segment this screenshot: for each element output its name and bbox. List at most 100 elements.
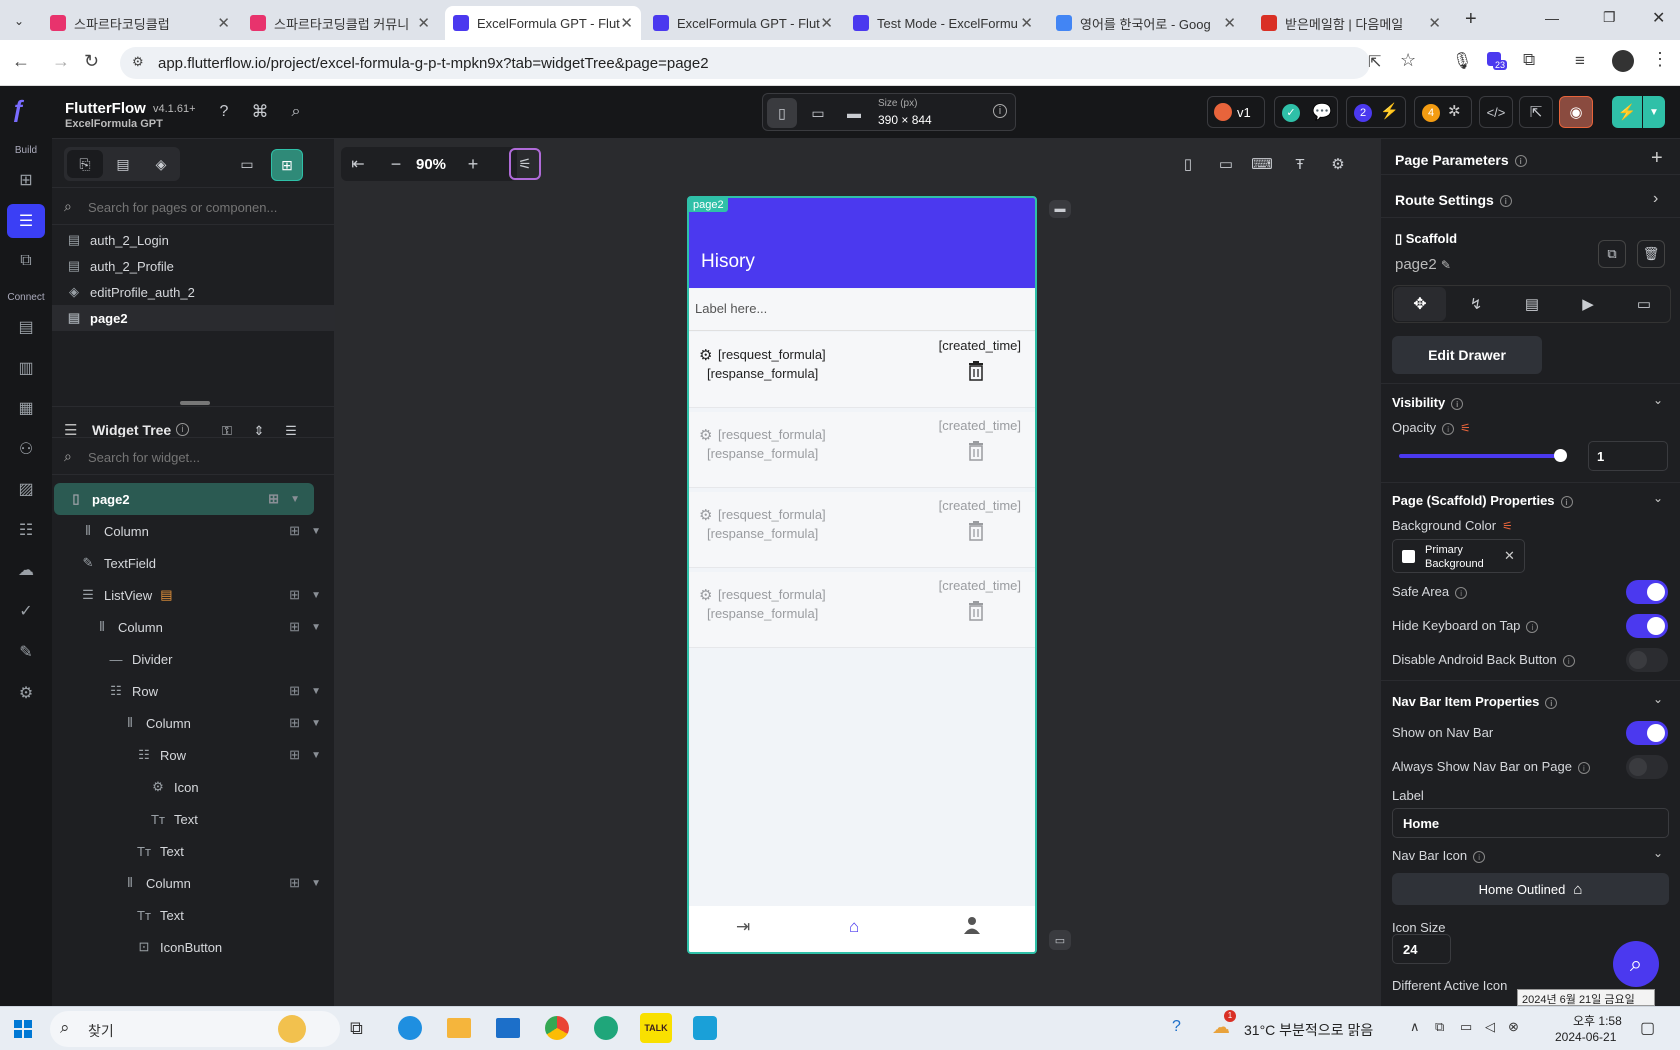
close-tab-icon[interactable]: ✕ (1223, 14, 1236, 32)
widget-search-field[interactable]: ⌕ (52, 437, 335, 475)
disable-back-toggle[interactable] (1626, 648, 1668, 672)
widget-tree-node[interactable]: — Divider (52, 643, 335, 675)
api-calls-icon[interactable]: ▦ (7, 391, 45, 425)
nav-bar-properties-heading[interactable]: Nav Bar Item Properties i (1392, 694, 1558, 709)
always-show-nav-toggle[interactable] (1626, 755, 1668, 779)
open-external-icon[interactable]: ⇱ (1368, 52, 1381, 72)
close-tab-icon[interactable]: ✕ (620, 14, 633, 32)
issues-button[interactable]: 4 ✲ (1414, 96, 1472, 128)
widget-tree-node[interactable]: Tт Text (52, 899, 335, 931)
label-input[interactable]: Home (1392, 808, 1669, 838)
tray-chevron-icon[interactable]: ∧ (1410, 1019, 1420, 1035)
open-preview-icon[interactable]: ⇱ (1519, 96, 1553, 128)
notification-icon[interactable]: ▢ (1640, 1018, 1655, 1038)
browser-tab[interactable]: 스파르타코딩클럽 커뮤니 ✕ (242, 6, 438, 40)
zoom-out-button[interactable]: − (381, 149, 411, 179)
duplicate-icon[interactable]: ⧉ (1598, 240, 1626, 268)
panel-resize-handle[interactable] (180, 401, 210, 405)
phone-frame-icon[interactable]: ▯ (1173, 149, 1203, 179)
widget-tree-node[interactable]: ☷ Row ⊞ ▼ (52, 675, 335, 707)
collab-button[interactable]: 2 ⚡ (1346, 96, 1406, 128)
scaffold-properties-heading[interactable]: Page (Scaffold) Properties i (1392, 493, 1573, 508)
node-menu-chevron-icon[interactable]: ▼ (311, 590, 321, 601)
ai-check-icon[interactable]: ✓ (7, 594, 45, 628)
forward-icon[interactable]: → (52, 51, 70, 72)
animations-tab-icon[interactable]: ▶ (1562, 287, 1614, 321)
node-menu-chevron-icon[interactable]: ▼ (311, 750, 321, 761)
minimize-icon[interactable]: — (1545, 10, 1559, 26)
url-field[interactable]: ⚙ app.flutterflow.io/project/excel-formu… (120, 47, 1370, 79)
add-page-icon[interactable]: ⊞ (7, 163, 45, 197)
add-child-icon[interactable]: ⊞ (268, 491, 279, 507)
history-list-item[interactable]: ⚙ [resquest_formula] [respanse_formula] [cr… (689, 572, 1035, 648)
route-chevron-right-icon[interactable]: › (1653, 190, 1658, 208)
nav-icon-chevron-icon[interactable]: ⌄ (1653, 846, 1663, 860)
custom-code-icon[interactable]: ⚇ (7, 432, 45, 466)
media-assets-icon[interactable]: ▨ (7, 472, 45, 506)
node-menu-chevron-icon[interactable]: ▼ (311, 686, 321, 697)
browser-tab[interactable]: 영어를 한국어로 - Goog ✕ (1048, 6, 1244, 40)
add-child-icon[interactable]: ⊞ (289, 587, 300, 603)
volume-icon[interactable]: ◁ (1485, 1019, 1495, 1035)
close-tab-icon[interactable]: ✕ (1428, 14, 1441, 32)
actions-tab-icon[interactable]: ↯ (1450, 287, 1502, 321)
widget-tree-node[interactable]: ⦀ Column ⊞ ▼ (52, 867, 335, 899)
edge-icon[interactable] (398, 1016, 422, 1040)
node-menu-chevron-icon[interactable]: ▼ (311, 718, 321, 729)
node-menu-chevron-icon[interactable]: ▼ (311, 622, 321, 633)
maximize-icon[interactable]: ❐ (1603, 9, 1616, 26)
run-lightning-button[interactable]: ⚡ (1612, 96, 1642, 128)
mail-icon[interactable] (496, 1018, 520, 1038)
windows-start-icon[interactable] (14, 1020, 32, 1038)
profile-avatar[interactable] (1612, 50, 1634, 72)
safe-area-toggle[interactable] (1626, 580, 1668, 604)
widget-tree-icon[interactable]: ☰ (7, 204, 45, 238)
close-tab-icon[interactable]: ✕ (1020, 14, 1033, 32)
app-icon[interactable] (594, 1016, 618, 1040)
page-list-item[interactable]: ◈ editProfile_auth_2 (52, 279, 335, 305)
page-parameters-heading[interactable]: Page Parameters i (1395, 152, 1527, 168)
reload-icon[interactable]: ↻ (84, 51, 99, 72)
new-folder-icon[interactable]: ▭ (232, 149, 262, 179)
close-tab-icon[interactable]: ✕ (417, 14, 430, 32)
app-bar[interactable]: page2 Hisory (689, 198, 1035, 288)
task-view-icon[interactable]: ⧉ (350, 1018, 363, 1039)
bookmark-star-icon[interactable]: ☆ (1400, 50, 1416, 71)
history-textfield[interactable]: Label here... (689, 289, 1035, 331)
back-icon[interactable]: ← (12, 51, 30, 72)
widget-tree-node[interactable]: ⦀ Column ⊞ ▼ (52, 707, 335, 739)
delete-icon[interactable] (968, 361, 984, 381)
cloud-icon[interactable]: ☁ (7, 553, 45, 587)
add-child-icon[interactable]: ⊞ (289, 875, 300, 891)
history-list-item[interactable]: ⚙ [resquest_formula] [respanse_formula] [cr… (689, 492, 1035, 568)
store-icon[interactable] (693, 1016, 717, 1040)
close-tab-icon[interactable]: ✕ (820, 14, 833, 32)
file-explorer-icon[interactable] (447, 1018, 471, 1038)
widget-tree-node[interactable]: ☷ Row ⊞ ▼ (52, 739, 335, 771)
page-search-field[interactable]: ⌕ (52, 187, 335, 225)
zoom-in-button[interactable]: + (458, 149, 488, 179)
site-info-icon[interactable]: ⚙ (132, 54, 144, 70)
new-tab-button[interactable]: + (1465, 8, 1477, 31)
hide-keyboard-toggle[interactable] (1626, 614, 1668, 638)
collapse-panel-icon[interactable]: ⇤ (343, 149, 373, 179)
browser-tab[interactable]: Test Mode - ExcelFormu ✕ (845, 6, 1041, 40)
library-tab-icon[interactable]: ◈ (143, 150, 179, 178)
delete-icon[interactable]: 🗑 (1637, 240, 1665, 268)
code-view-icon[interactable]: </> (1479, 96, 1513, 128)
appbar-toggle-icon[interactable]: ▬ (1049, 200, 1071, 218)
add-parameter-icon[interactable]: + (1651, 147, 1663, 170)
theme-palette-icon[interactable]: ✎ (7, 635, 45, 669)
widget-tree-node[interactable]: ⦀ Column ⊞ ▼ (52, 515, 335, 547)
person-icon[interactable] (963, 915, 981, 935)
firestore-icon[interactable]: ▤ (7, 310, 45, 344)
browser-tab[interactable]: 스파르타코딩클럽 ✕ (42, 6, 238, 40)
browser-tab[interactable]: 받은메일함 | 다음메일 ✕ (1253, 6, 1449, 40)
background-color-picker[interactable]: Primary Background ✕ (1392, 539, 1525, 573)
text-scale-icon[interactable]: Ŧ (1285, 149, 1315, 179)
close-window-icon[interactable]: ✕ (1652, 8, 1665, 28)
delete-icon[interactable] (968, 441, 984, 461)
login-icon[interactable]: ⇥ (736, 917, 750, 937)
navbar-chevron-icon[interactable]: ⌄ (1653, 692, 1663, 706)
delete-icon[interactable] (968, 601, 984, 621)
